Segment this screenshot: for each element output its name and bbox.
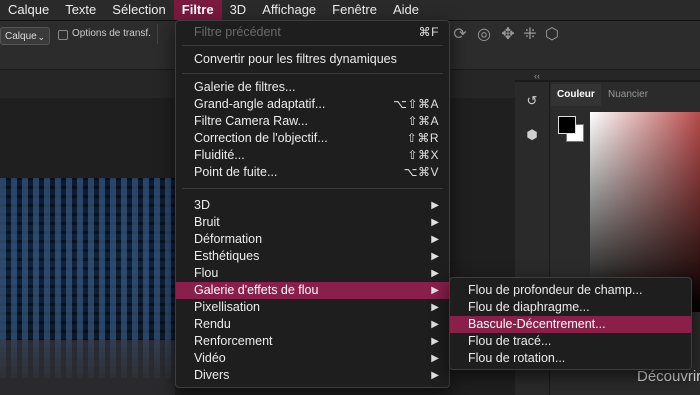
menu-item-renforcement[interactable]: Renforcement ▶	[176, 333, 449, 350]
menu-calque[interactable]: Calque	[0, 0, 57, 20]
submenu-arrow-icon: ▶	[431, 319, 439, 330]
layer-select-value: Calque	[5, 31, 37, 42]
shortcut: ⌥⇧⌘A	[393, 97, 439, 111]
menu-3d[interactable]: 3D	[222, 0, 255, 20]
menu-separator	[182, 45, 443, 46]
panel-collapse-bar	[515, 70, 700, 80]
menu-item-label: Bascule-Décentrement...	[468, 317, 606, 331]
menu-item-last-filter: Filtre précédent ⌘F	[176, 24, 449, 41]
menu-item-label: Filtre Camera Raw...	[194, 114, 308, 128]
layer-select[interactable]: Calque ⌄	[0, 27, 50, 45]
menu-item-label: Flou de profondeur de champ...	[468, 283, 643, 297]
3d-cube-icon[interactable]: ⬢	[521, 124, 543, 146]
menu-item-label: Flou de tracé...	[468, 334, 552, 348]
menu-separator	[182, 73, 443, 74]
shortcut: ⌥⌘V	[403, 165, 439, 179]
chevron-down-icon: ⌄	[37, 32, 45, 42]
menu-item-path-blur[interactable]: Flou de tracé...	[450, 333, 691, 350]
menu-item-divers[interactable]: Divers ▶	[176, 367, 449, 384]
menu-item-label: Galerie de filtres...	[194, 80, 296, 94]
menu-item-tilt-shift[interactable]: Bascule-Décentrement...	[450, 316, 691, 333]
menu-item-label: Grand-angle adaptatif...	[194, 97, 326, 111]
submenu-arrow-icon: ▶	[431, 268, 439, 279]
submenu-arrow-icon: ▶	[431, 251, 439, 262]
menu-item-label: Bruit	[194, 215, 220, 229]
menu-filtre[interactable]: Filtre	[173, 0, 222, 20]
menu-item-label: Vidéo	[194, 351, 226, 365]
menu-item-adaptive-wide-angle[interactable]: Grand-angle adaptatif... ⌥⇧⌘A	[176, 96, 449, 113]
menu-item-blur-gallery[interactable]: Galerie d'effets de flou ▶	[176, 282, 449, 299]
blur-gallery-submenu: Flou de profondeur de champ... Flou de d…	[449, 277, 692, 370]
menu-aide[interactable]: Aide	[385, 0, 427, 20]
menu-affichage[interactable]: Affichage	[254, 0, 324, 20]
menu-item-flou[interactable]: Flou ▶	[176, 265, 449, 282]
menu-item-label: Flou de rotation...	[468, 351, 566, 365]
menu-item-label: Esthétiques	[194, 249, 260, 263]
photo-street	[0, 340, 175, 395]
collapse-panels-icon[interactable]: ‹‹	[534, 71, 540, 81]
submenu-arrow-icon: ▶	[431, 200, 439, 211]
menu-item-pixellisation[interactable]: Pixellisation ▶	[176, 299, 449, 316]
menu-item-label: Flou de diaphragme...	[468, 300, 590, 314]
3d-orbit-icon[interactable]: ⟳	[450, 25, 470, 45]
menu-fenetre[interactable]: Fenêtre	[324, 0, 385, 20]
transform-options-checkbox[interactable]	[58, 30, 68, 40]
menu-item-label: Point de fuite...	[194, 165, 278, 179]
menu-item-label: Galerie d'effets de flou	[194, 283, 319, 297]
divider	[157, 24, 158, 44]
menu-item-convert-smart-filters[interactable]: Convertir pour les filtres dynamiques	[176, 51, 449, 68]
menu-item-label: 3D	[194, 198, 210, 212]
tab-nuancier[interactable]: Nuancier	[602, 84, 654, 106]
menu-item-field-blur[interactable]: Flou de profondeur de champ...	[450, 282, 691, 299]
submenu-arrow-icon: ▶	[431, 217, 439, 228]
menu-item-video[interactable]: Vidéo ▶	[176, 350, 449, 367]
3d-pan-icon[interactable]: ✥	[498, 25, 518, 45]
menu-item-vanishing-point[interactable]: Point de fuite... ⌥⌘V	[176, 164, 449, 181]
menu-item-lens-correction[interactable]: Correction de l'objectif... ⇧⌘R	[176, 130, 449, 147]
menu-item-filter-gallery[interactable]: Galerie de filtres...	[176, 79, 449, 96]
shortcut: ⌘F	[418, 25, 439, 39]
menubar: Calque Texte Sélection Filtre 3D Afficha…	[0, 0, 700, 21]
submenu-arrow-icon: ▶	[431, 302, 439, 313]
discover-panel-title: Découvrir	[637, 368, 700, 385]
submenu-arrow-icon: ▶	[431, 285, 439, 296]
3d-slide-icon[interactable]: ⁜	[520, 25, 540, 45]
menu-item-esthetiques[interactable]: Esthétiques ▶	[176, 248, 449, 265]
filter-menu: Filtre précédent ⌘F Convertir pour les f…	[175, 20, 450, 388]
submenu-arrow-icon: ▶	[431, 234, 439, 245]
3d-roll-icon[interactable]: ◎	[474, 25, 494, 45]
menu-item-label: Rendu	[194, 317, 231, 331]
menu-item-iris-blur[interactable]: Flou de diaphragme...	[450, 299, 691, 316]
transform-options-label: Options de transf.	[72, 28, 151, 39]
menu-selection[interactable]: Sélection	[104, 0, 173, 20]
3d-scale-icon[interactable]: ⬡	[542, 25, 562, 45]
menu-item-label: Convertir pour les filtres dynamiques	[194, 52, 397, 66]
menu-item-bruit[interactable]: Bruit ▶	[176, 214, 449, 231]
menu-separator	[182, 188, 443, 189]
menu-item-label: Déformation	[194, 232, 263, 246]
menu-item-3d[interactable]: 3D ▶	[176, 197, 449, 214]
submenu-arrow-icon: ▶	[431, 370, 439, 381]
foreground-color-swatch[interactable]	[558, 116, 576, 134]
submenu-arrow-icon: ▶	[431, 353, 439, 364]
menu-item-label: Correction de l'objectif...	[194, 131, 328, 145]
menu-item-label: Fluidité...	[194, 148, 245, 162]
menu-item-label: Renforcement	[194, 334, 273, 348]
menu-item-liquify[interactable]: Fluidité... ⇧⌘X	[176, 147, 449, 164]
shortcut: ⇧⌘X	[407, 148, 439, 162]
menu-item-label: Divers	[194, 368, 230, 382]
tab-couleur[interactable]: Couleur	[551, 84, 601, 106]
menu-item-rendu[interactable]: Rendu ▶	[176, 316, 449, 333]
menu-item-spin-blur[interactable]: Flou de rotation...	[450, 350, 691, 367]
submenu-arrow-icon: ▶	[431, 336, 439, 347]
menu-item-camera-raw[interactable]: Filtre Camera Raw... ⇧⌘A	[176, 113, 449, 130]
shortcut: ⇧⌘A	[407, 114, 439, 128]
menu-item-deformation[interactable]: Déformation ▶	[176, 231, 449, 248]
history-icon[interactable]: ↺	[521, 90, 543, 112]
menu-texte[interactable]: Texte	[57, 0, 104, 20]
menu-item-label: Flou	[194, 266, 219, 280]
shortcut: ⇧⌘R	[406, 131, 439, 145]
menu-item-label: Pixellisation	[194, 300, 261, 314]
menu-item-label: Filtre précédent	[194, 25, 281, 39]
